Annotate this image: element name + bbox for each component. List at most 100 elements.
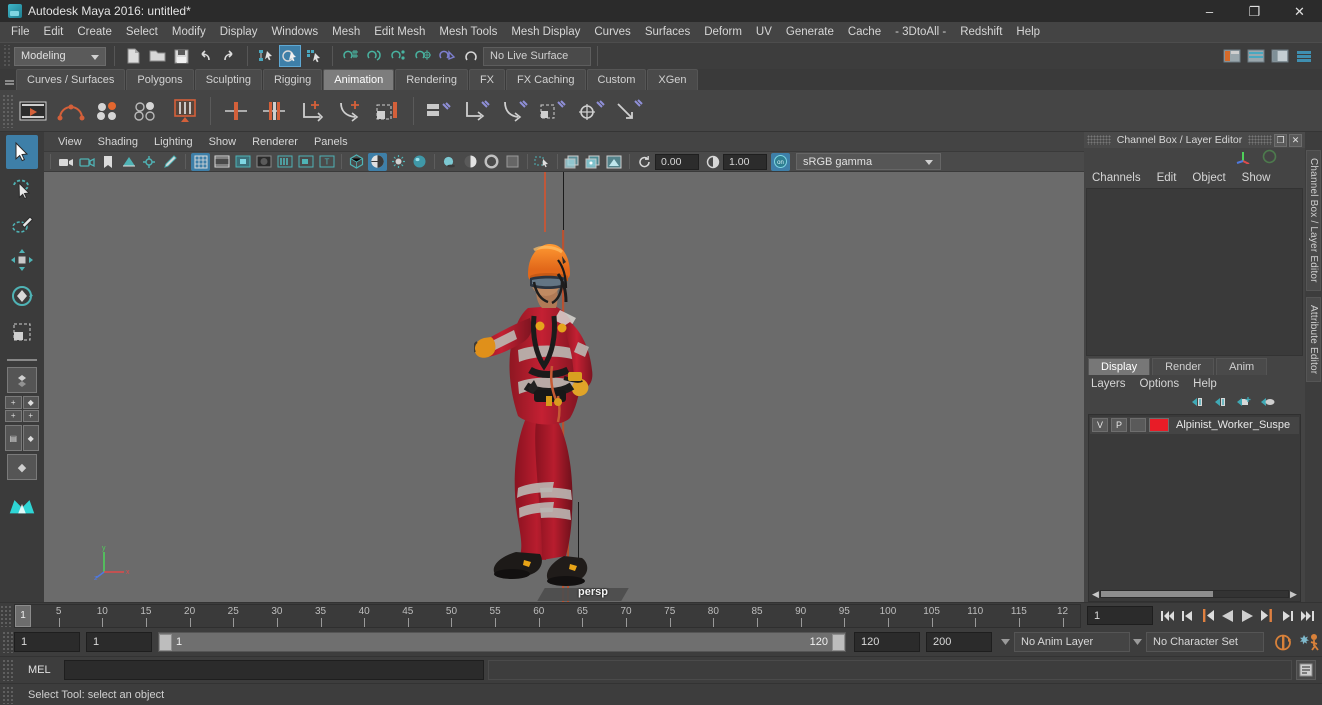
gamma-field[interactable]: 1.00	[723, 153, 767, 170]
close-icon[interactable]: ✕	[1289, 133, 1302, 147]
multisample-icon[interactable]	[503, 153, 522, 171]
menu-create[interactable]: Create	[70, 22, 119, 42]
shelf-tab-custom[interactable]: Custom	[586, 69, 647, 90]
four-view-layout-button[interactable]: + ◆ + +	[5, 396, 39, 422]
command-input-field[interactable]	[64, 660, 484, 680]
single-perspective-layout-button[interactable]	[7, 367, 37, 393]
menu-file[interactable]: File	[4, 22, 37, 42]
menu-modify[interactable]: Modify	[165, 22, 213, 42]
menu-mesh-display[interactable]: Mesh Display	[504, 22, 587, 42]
animation-start-field[interactable]: 1	[14, 632, 80, 652]
channel-box-attribute-list[interactable]	[1086, 188, 1303, 356]
layer-visibility-toggle[interactable]: V	[1092, 418, 1108, 432]
exposure-reset-icon[interactable]	[635, 153, 654, 171]
outliner-persp-layout-button[interactable]: ▤ ◆	[5, 425, 39, 451]
undo-icon[interactable]	[194, 45, 216, 67]
anim-layer-selector[interactable]: No Anim Layer	[1014, 632, 1130, 652]
move-layer-up-icon[interactable]	[1190, 396, 1204, 411]
show-hide-attribute-editor-icon[interactable]	[1245, 45, 1267, 67]
undock-icon[interactable]: ❐	[1274, 133, 1287, 147]
set-key-icon[interactable]	[168, 94, 202, 128]
range-end-handle[interactable]	[832, 633, 845, 651]
two-d-pan-zoom-icon[interactable]	[140, 153, 159, 171]
viewport-menu-panels[interactable]: Panels	[306, 133, 356, 151]
motion-blur-icon[interactable]	[482, 153, 501, 171]
hypershade-persp-layout-button[interactable]	[6, 483, 38, 523]
gate-mask-icon[interactable]	[254, 153, 273, 171]
outliner-pane-cell[interactable]: ▤	[5, 425, 22, 451]
ghost-selected-icon[interactable]	[92, 94, 126, 128]
select-tool-button[interactable]	[6, 135, 38, 169]
constraint-scale-icon[interactable]	[536, 94, 570, 128]
menu-generate[interactable]: Generate	[779, 22, 841, 42]
move-tool-button[interactable]	[6, 243, 38, 277]
isolate-select-icon[interactable]	[533, 153, 552, 171]
quad-cell-plus-3[interactable]: +	[22, 409, 39, 422]
film-gate-icon[interactable]	[212, 153, 231, 171]
command-line-grip[interactable]	[2, 659, 14, 681]
menu-edit-mesh[interactable]: Edit Mesh	[367, 22, 432, 42]
range-slider[interactable]: 1 120	[158, 632, 846, 652]
lights-icon[interactable]	[389, 153, 408, 171]
menu-deform[interactable]: Deform	[697, 22, 749, 42]
range-slider-grip[interactable]	[2, 631, 14, 653]
menu-mesh[interactable]: Mesh	[325, 22, 367, 42]
select-by-hierarchy-icon[interactable]	[255, 45, 277, 67]
shadows-icon[interactable]	[440, 153, 459, 171]
new-scene-icon[interactable]	[122, 45, 144, 67]
constraint-orient-icon[interactable]	[498, 94, 532, 128]
select-by-component-type-icon[interactable]	[303, 45, 325, 67]
step-back-frame-icon[interactable]	[1179, 607, 1196, 625]
step-forward-key-icon[interactable]	[1259, 607, 1276, 625]
menu-help[interactable]: Help	[1009, 22, 1047, 42]
menu-cache[interactable]: Cache	[841, 22, 888, 42]
snap-to-grid-icon[interactable]	[340, 45, 362, 67]
xray-icon[interactable]	[563, 153, 582, 171]
resolution-gate-icon[interactable]	[233, 153, 252, 171]
textured-icon[interactable]	[410, 153, 429, 171]
xray-active-components-icon[interactable]	[605, 153, 624, 171]
new-layer-from-selected-icon[interactable]	[1260, 396, 1275, 411]
layer-state-toggle[interactable]	[1130, 418, 1146, 432]
set-key-scale-icon[interactable]	[295, 94, 329, 128]
play-backwards-icon[interactable]	[1219, 607, 1236, 625]
time-slider-grip[interactable]	[0, 604, 12, 627]
title-safe-icon[interactable]: T	[317, 153, 336, 171]
constraint-point-icon[interactable]	[460, 94, 494, 128]
play-forwards-icon[interactable]	[1239, 607, 1256, 625]
make-live-icon[interactable]	[460, 45, 482, 67]
close-button[interactable]: ✕	[1277, 0, 1322, 22]
menu-uv[interactable]: UV	[749, 22, 779, 42]
unghost-selected-icon[interactable]	[130, 94, 164, 128]
vtab-attribute-editor[interactable]: Attribute Editor	[1306, 296, 1321, 383]
wireframe-icon[interactable]	[347, 153, 366, 171]
constraint-pole-vector-icon[interactable]	[612, 94, 646, 128]
grease-pencil-icon[interactable]	[161, 153, 180, 171]
go-to-end-icon[interactable]	[1299, 607, 1316, 625]
layer-row[interactable]: V P Alpinist_Worker_Suspe	[1090, 416, 1299, 434]
set-key-rotate-icon[interactable]	[257, 94, 291, 128]
playback-start-field[interactable]: 1	[86, 632, 152, 652]
menu-3dtoall[interactable]: - 3DtoAll -	[888, 22, 953, 42]
menu-mesh-tools[interactable]: Mesh Tools	[432, 22, 504, 42]
character-set-dropdown-arrow[interactable]	[1130, 632, 1144, 652]
shelf-tab-sculpting[interactable]: Sculpting	[194, 69, 262, 90]
axis-orientation-icon[interactable]	[1235, 149, 1252, 167]
color-management-toggle-icon[interactable]: on	[771, 152, 790, 171]
command-language-label[interactable]: MEL	[14, 664, 64, 676]
show-hide-tool-settings-icon[interactable]	[1269, 45, 1291, 67]
viewport-menu-renderer[interactable]: Renderer	[244, 133, 306, 151]
snap-to-projected-center-icon[interactable]	[412, 45, 434, 67]
persp-pane-cell[interactable]: ◆	[22, 425, 39, 451]
animation-preferences-icon[interactable]	[1298, 633, 1322, 651]
layer-menu-layers[interactable]: Layers	[1084, 375, 1133, 393]
menu-set-selector[interactable]: Modeling	[14, 46, 106, 66]
quad-cell-plus-2[interactable]: +	[5, 409, 22, 422]
select-camera-icon[interactable]	[56, 153, 75, 171]
step-back-key-icon[interactable]	[1199, 607, 1216, 625]
shelf-tab-rigging[interactable]: Rigging	[262, 69, 323, 90]
menu-surfaces[interactable]: Surfaces	[638, 22, 697, 42]
breakdown-key-icon[interactable]	[371, 94, 405, 128]
ik-fk-key-icon[interactable]	[333, 94, 367, 128]
quad-cell-diamond-1[interactable]: ◆	[22, 396, 39, 409]
